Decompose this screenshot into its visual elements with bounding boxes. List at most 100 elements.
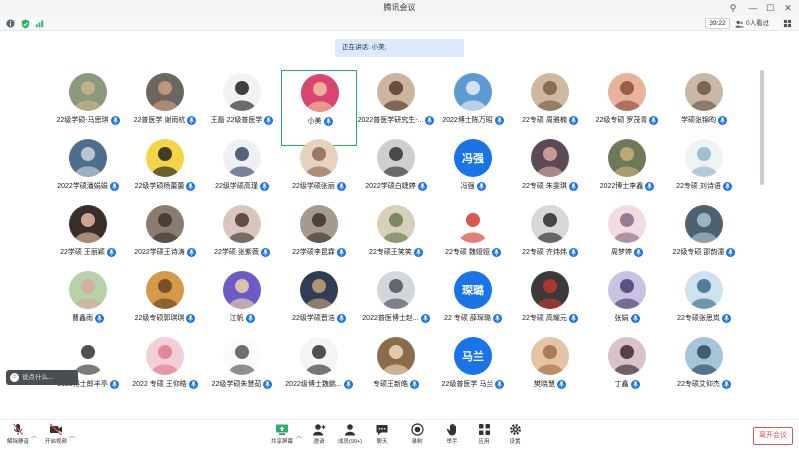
participant-tile[interactable]: 樊晓慧	[512, 334, 588, 410]
participant-tile[interactable]: 22学硕李昆霖	[281, 202, 357, 278]
participant-tile[interactable]: 22级学硕高瑾	[204, 136, 280, 212]
participant-tile[interactable]: 22专硕 刘诗语	[666, 136, 742, 212]
participant-tile[interactable]: 22专硕 周雅楠	[512, 70, 588, 146]
participant-tile[interactable]: 22级专硕郭琪琪	[127, 268, 203, 344]
participant-tile[interactable]: 22级学硕杨蕾蕾	[127, 136, 203, 212]
grid-scrollbar[interactable]	[760, 70, 764, 185]
participant-tile[interactable]: 22专硕 齐炜炜	[512, 202, 588, 278]
members-button[interactable]: 成员(99+)	[336, 423, 364, 449]
participant-tile[interactable]: 琛璐 22 专硕 薛琛璐	[435, 268, 511, 344]
participant-name: 2022博士李鑫	[599, 183, 644, 190]
unmute-button[interactable]: 解除静音	[4, 423, 32, 449]
avatar	[223, 139, 261, 177]
signal-icon[interactable]	[34, 18, 45, 29]
participant-tile[interactable]: 江帆	[204, 268, 280, 344]
participant-tile[interactable]: 张娟	[589, 268, 665, 344]
chat-button[interactable]: 聊天	[368, 423, 396, 449]
participant-name: 22级学硕张丽	[292, 183, 335, 190]
participant-tile[interactable]: 冯强 冯强	[435, 136, 511, 212]
maximize-icon[interactable]: ☐	[760, 0, 780, 16]
participant-tile[interactable]: 22级专硕 罗茂青	[589, 70, 665, 146]
participant-tile[interactable]: 学硕张锦昀	[666, 70, 742, 146]
participant-tile[interactable]: 2022普医学研究生-...	[358, 70, 435, 146]
participant-tile[interactable]: 2022普医博士赵...	[358, 268, 434, 344]
participant-tile[interactable]: 22级学硕张丽	[281, 136, 357, 212]
participant-tile[interactable]: 小美	[281, 70, 357, 146]
record-button[interactable]: 录制	[403, 423, 431, 449]
participant-tile[interactable]: 22专硕 高耀元	[512, 268, 588, 344]
apps-icon	[478, 424, 490, 435]
participant-tile[interactable]: 曹鑫雨	[50, 268, 126, 344]
microphone-icon	[95, 313, 104, 323]
participant-tile[interactable]: 2022学硕王诗涛	[127, 202, 203, 278]
participant-tile[interactable]: 22级学硕晋浩	[281, 268, 357, 344]
participant-name-row: 22专硕 刘诗语	[654, 181, 754, 191]
participant-tile[interactable]: 22普医学 谢雨杭	[127, 70, 203, 146]
participant-tile[interactable]: 专硕王新皓	[358, 334, 434, 410]
leave-meeting-button[interactable]: 离开会议	[753, 427, 793, 445]
participant-tile[interactable]: 2022博士陈万昭	[435, 70, 511, 146]
participant-name: 2022学硕王诗涛	[134, 249, 185, 256]
participant-name: 2022级博士魏鹏...	[285, 381, 342, 388]
avatar	[685, 337, 723, 375]
start-video-button[interactable]: 开启视频	[42, 423, 70, 449]
participant-tile[interactable]: 22专硕王笑笑	[358, 202, 434, 278]
participant-tile[interactable]: 22学硕 王丽颖	[50, 202, 126, 278]
participant-name: 22学硕 张紫薇	[214, 249, 259, 256]
speaking-indicator: 正在讲话: 小美;	[335, 39, 464, 57]
participant-tile[interactable]: 22级专硕 邵韵潼	[666, 202, 742, 278]
raise-hand-button[interactable]: 举手	[438, 423, 466, 449]
avatar	[69, 139, 107, 177]
video-options-chevron-icon[interactable]: ︿	[69, 431, 75, 440]
avatar: 冯强	[454, 139, 492, 177]
participant-tile[interactable]: 周梦婷	[589, 202, 665, 278]
settings-button[interactable]: 设置	[501, 423, 529, 449]
participant-tile[interactable]: 22专硕 朱雯琪	[512, 136, 588, 212]
apps-button[interactable]: 应用	[470, 423, 498, 449]
avatar	[300, 205, 338, 243]
chat-input[interactable]: ☺ 说点什么...	[6, 370, 78, 385]
avatar	[377, 271, 415, 309]
avatar	[300, 271, 338, 309]
avatar-image	[382, 345, 410, 375]
chat-icon	[376, 425, 388, 435]
participant-tile[interactable]: 2022 专硕 王仰皓	[127, 334, 203, 410]
invite-button[interactable]: 邀请	[305, 423, 333, 449]
layout-icon[interactable]	[782, 18, 793, 29]
participant-name: 22专硕王笑笑	[369, 249, 412, 256]
participant-tile[interactable]: 王磊 22级普医学	[204, 70, 280, 146]
participant-tile[interactable]: 2022学硕潘娟娟	[50, 136, 126, 212]
participant-tile[interactable]: 22级学硕朱慧茹	[204, 334, 280, 410]
avatar	[146, 271, 184, 309]
participant-tile[interactable]: 马兰 22级普医学 马兰	[435, 334, 511, 410]
info-icon[interactable]	[5, 18, 16, 29]
avatar-image	[305, 213, 333, 243]
avatar	[146, 139, 184, 177]
avatar	[223, 205, 261, 243]
participant-tile[interactable]: 丁鑫	[589, 334, 665, 410]
shield-icon[interactable]	[20, 18, 31, 29]
microphone-icon	[645, 181, 655, 191]
participant-tile[interactable]: 22级学硕-马思琪	[50, 70, 126, 146]
participant-name-row: 学硕张锦昀	[654, 115, 754, 125]
avatar-image	[690, 213, 718, 243]
participant-tile[interactable]: 22专硕 魏娅娅	[435, 202, 511, 278]
close-icon[interactable]: ✕	[778, 0, 798, 16]
pin-icon[interactable]: ⚲	[723, 0, 743, 16]
participant-tile[interactable]: 2022学硕白婕婷	[358, 136, 434, 212]
participant-tile[interactable]: 2022级博士魏鹏...	[281, 334, 357, 410]
microphone-icon	[557, 379, 566, 389]
participant-tile[interactable]: 22专硕张思岚	[666, 268, 742, 344]
share-screen-button[interactable]: 共享屏幕	[268, 423, 296, 449]
viewer-count[interactable]: 0人看过	[735, 18, 769, 29]
share-options-chevron-icon[interactable]: ︿	[296, 431, 302, 440]
participant-name: 22级学硕-马思琪	[56, 117, 109, 124]
audio-options-chevron-icon[interactable]: ︿	[31, 431, 37, 440]
avatar-initials: 冯强	[462, 153, 484, 165]
participant-tile[interactable]: 22专硕艾仰杰	[666, 334, 742, 410]
participant-tile[interactable]: 2022博士李鑫	[589, 136, 665, 212]
participant-tile[interactable]: 22学硕 张紫薇	[204, 202, 280, 278]
avatar	[377, 73, 415, 111]
start-video-label: 开启视频	[44, 439, 67, 445]
avatar	[531, 271, 569, 309]
